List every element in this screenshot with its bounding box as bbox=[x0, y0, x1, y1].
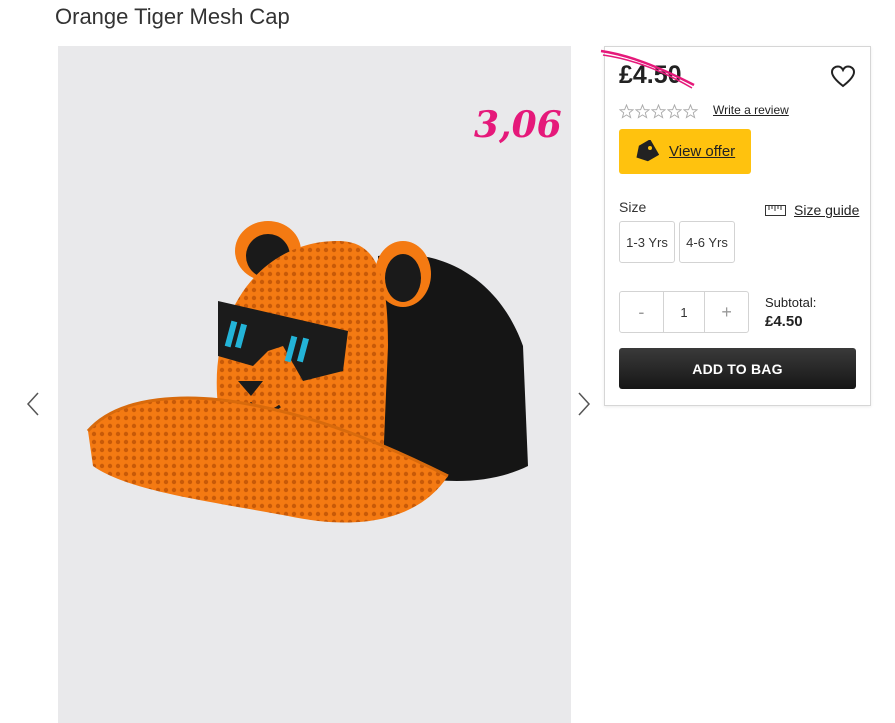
product-price: £4.50 bbox=[619, 61, 682, 89]
view-offer-label: View offer bbox=[669, 143, 736, 160]
write-review-link[interactable]: Write a review bbox=[713, 103, 789, 117]
star-empty-icon bbox=[635, 104, 650, 119]
page-title: Orange Tiger Mesh Cap bbox=[55, 4, 290, 29]
purchase-panel: £4.50 Write a review View offer Size Siz… bbox=[600, 46, 871, 406]
heart-icon[interactable] bbox=[830, 65, 856, 89]
size-option-4-6-yrs[interactable]: 4-6 Yrs bbox=[679, 221, 735, 263]
subtotal-label: Subtotal: bbox=[765, 295, 817, 310]
size-guide-link[interactable]: Size guide bbox=[765, 202, 859, 218]
size-label: Size bbox=[619, 199, 647, 215]
star-empty-icon bbox=[651, 104, 666, 119]
chevron-left-icon bbox=[26, 392, 39, 416]
add-to-bag-button[interactable]: ADD TO BAG bbox=[619, 348, 856, 389]
cap-illustration bbox=[86, 221, 528, 523]
star-empty-icon bbox=[683, 104, 698, 119]
quantity-stepper: - 1 + bbox=[619, 291, 749, 333]
product-image[interactable] bbox=[58, 46, 571, 723]
tag-icon bbox=[636, 139, 659, 161]
rating-stars bbox=[619, 104, 698, 119]
size-option-1-3-yrs[interactable]: 1-3 Yrs bbox=[619, 221, 675, 263]
next-image-button[interactable] bbox=[573, 390, 593, 418]
quantity-increase-button[interactable]: + bbox=[705, 292, 748, 332]
star-empty-icon bbox=[619, 104, 634, 119]
handwritten-price-annotation: 3,06 bbox=[474, 104, 562, 146]
chevron-right-icon bbox=[578, 392, 591, 416]
view-offer-button[interactable]: View offer bbox=[619, 129, 751, 174]
previous-image-button[interactable] bbox=[24, 390, 44, 418]
size-guide-label: Size guide bbox=[794, 202, 860, 218]
subtotal-value: £4.50 bbox=[765, 313, 803, 330]
ruler-icon bbox=[765, 204, 786, 216]
quantity-input[interactable]: 1 bbox=[662, 292, 706, 332]
star-empty-icon bbox=[667, 104, 682, 119]
quantity-decrease-button[interactable]: - bbox=[620, 292, 663, 332]
